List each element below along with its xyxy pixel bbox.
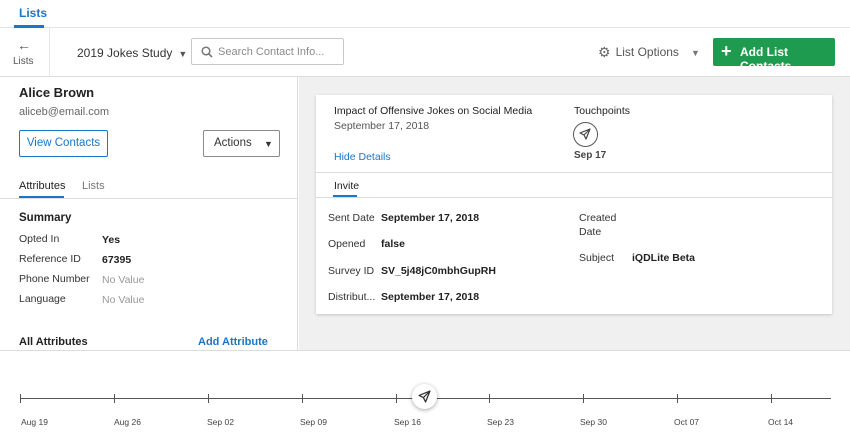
timeline[interactable]: Aug 19 Aug 26 Sep 02 Sep 09 Sep 16 Sep 2… bbox=[0, 350, 850, 433]
timeline-tick bbox=[20, 394, 21, 403]
timeline-label: Sep 23 bbox=[487, 417, 514, 427]
detail-value: September 17, 2018 bbox=[381, 291, 480, 303]
tab-lists[interactable]: Lists bbox=[82, 180, 105, 192]
attribute-label: Phone Number bbox=[19, 273, 90, 285]
detail-label: Sent Date bbox=[328, 212, 375, 224]
chevron-down-icon: ▼ bbox=[178, 49, 188, 59]
timeline-tick bbox=[302, 394, 303, 403]
timeline-tick bbox=[677, 394, 678, 403]
hide-details-link[interactable]: Hide Details bbox=[334, 151, 391, 163]
add-attribute-link[interactable]: Add Attribute bbox=[198, 336, 268, 348]
timeline-label: Sep 30 bbox=[580, 417, 607, 427]
timeline-label: Oct 14 bbox=[768, 417, 794, 427]
survey-date: September 17, 2018 bbox=[334, 120, 430, 132]
detail-value: false bbox=[381, 238, 405, 250]
divider bbox=[316, 197, 832, 198]
detail-value: iQDLite Beta bbox=[632, 252, 696, 264]
list-options-button[interactable]: ⚙ List Options ▼ bbox=[598, 44, 700, 61]
summary-heading: Summary bbox=[19, 212, 72, 224]
gear-icon: ⚙ bbox=[598, 44, 611, 60]
detail-value: September 17, 2018 bbox=[381, 212, 480, 224]
timeline-label: Sep 02 bbox=[207, 417, 234, 427]
attribute-value: 67395 bbox=[102, 254, 132, 266]
back-label: Lists bbox=[13, 56, 34, 67]
chevron-down-icon: ▼ bbox=[690, 48, 700, 58]
actions-dropdown[interactable]: Actions ▼ bbox=[203, 130, 280, 157]
study-name: 2019 Jokes Study bbox=[77, 46, 173, 60]
survey-title: Impact of Offensive Jokes on Social Medi… bbox=[334, 105, 533, 117]
detail-label: Created Date bbox=[579, 212, 617, 238]
back-button[interactable]: ← Lists bbox=[0, 28, 50, 77]
actions-label: Actions bbox=[214, 137, 252, 149]
timeline-touchpoint-marker[interactable] bbox=[412, 384, 437, 409]
detail-label: Subject bbox=[579, 252, 615, 264]
touchpoint-date: Sep 17 bbox=[574, 150, 607, 161]
toolbar: ← Lists 2019 Jokes Study ▼ ⚙ List Options ▼… bbox=[0, 28, 850, 77]
timeline-tick bbox=[771, 394, 772, 403]
chevron-down-icon: ▼ bbox=[264, 139, 273, 149]
timeline-label: Aug 19 bbox=[21, 417, 48, 427]
contact-panel: Alice Brown aliceb@email.com View Contac… bbox=[0, 77, 298, 350]
timeline-tick bbox=[489, 394, 490, 403]
tab-lists[interactable]: Lists bbox=[19, 6, 47, 20]
touchpoint-button[interactable] bbox=[573, 122, 598, 147]
search-box bbox=[191, 38, 344, 65]
view-contacts-button[interactable]: View Contacts bbox=[19, 130, 108, 157]
timeline-label: Oct 07 bbox=[674, 417, 700, 427]
tab-invite[interactable]: Invite bbox=[334, 180, 359, 192]
add-list-contacts-button[interactable]: + Add List Contacts bbox=[713, 38, 835, 73]
search-input[interactable] bbox=[218, 43, 340, 61]
touchpoint-card: Impact of Offensive Jokes on Social Medi… bbox=[316, 95, 832, 314]
top-nav: Lists bbox=[0, 0, 850, 28]
attribute-value: No Value bbox=[102, 274, 145, 286]
tab-attributes[interactable]: Attributes bbox=[19, 180, 65, 192]
list-options-label: List Options bbox=[615, 45, 679, 59]
paper-plane-icon bbox=[418, 390, 431, 403]
study-selector[interactable]: 2019 Jokes Study ▼ bbox=[77, 46, 187, 60]
timeline-label: Sep 09 bbox=[300, 417, 327, 427]
add-list-contacts-label: Add List Contacts bbox=[740, 45, 792, 73]
touchpoints-label: Touchpoints bbox=[574, 105, 631, 117]
arrow-left-icon: ← bbox=[17, 37, 31, 53]
divider bbox=[0, 198, 297, 199]
timeline-label: Sep 16 bbox=[394, 417, 421, 427]
detail-value: SV_5j48jC0mbhGupRH bbox=[381, 265, 496, 277]
attribute-value: No Value bbox=[102, 294, 145, 306]
attribute-label: Opted In bbox=[19, 233, 60, 245]
timeline-tick bbox=[583, 394, 584, 403]
divider bbox=[316, 172, 832, 173]
detail-label: Distribut... bbox=[328, 291, 376, 303]
contact-name: Alice Brown bbox=[19, 85, 95, 100]
contact-email: aliceb@email.com bbox=[19, 106, 110, 118]
all-attributes-heading: All Attributes bbox=[19, 336, 88, 348]
paper-plane-icon bbox=[579, 128, 591, 140]
detail-label: Survey ID bbox=[328, 265, 375, 277]
timeline-label: Aug 26 bbox=[114, 417, 141, 427]
timeline-tick bbox=[114, 394, 115, 403]
timeline-tick bbox=[208, 394, 209, 403]
attribute-label: Reference ID bbox=[19, 253, 81, 265]
attribute-label: Language bbox=[19, 293, 66, 305]
timeline-tick bbox=[396, 394, 397, 403]
search-icon bbox=[201, 46, 213, 58]
plus-icon: + bbox=[721, 41, 732, 61]
attribute-value: Yes bbox=[102, 234, 121, 246]
detail-label: Opened bbox=[328, 238, 366, 250]
